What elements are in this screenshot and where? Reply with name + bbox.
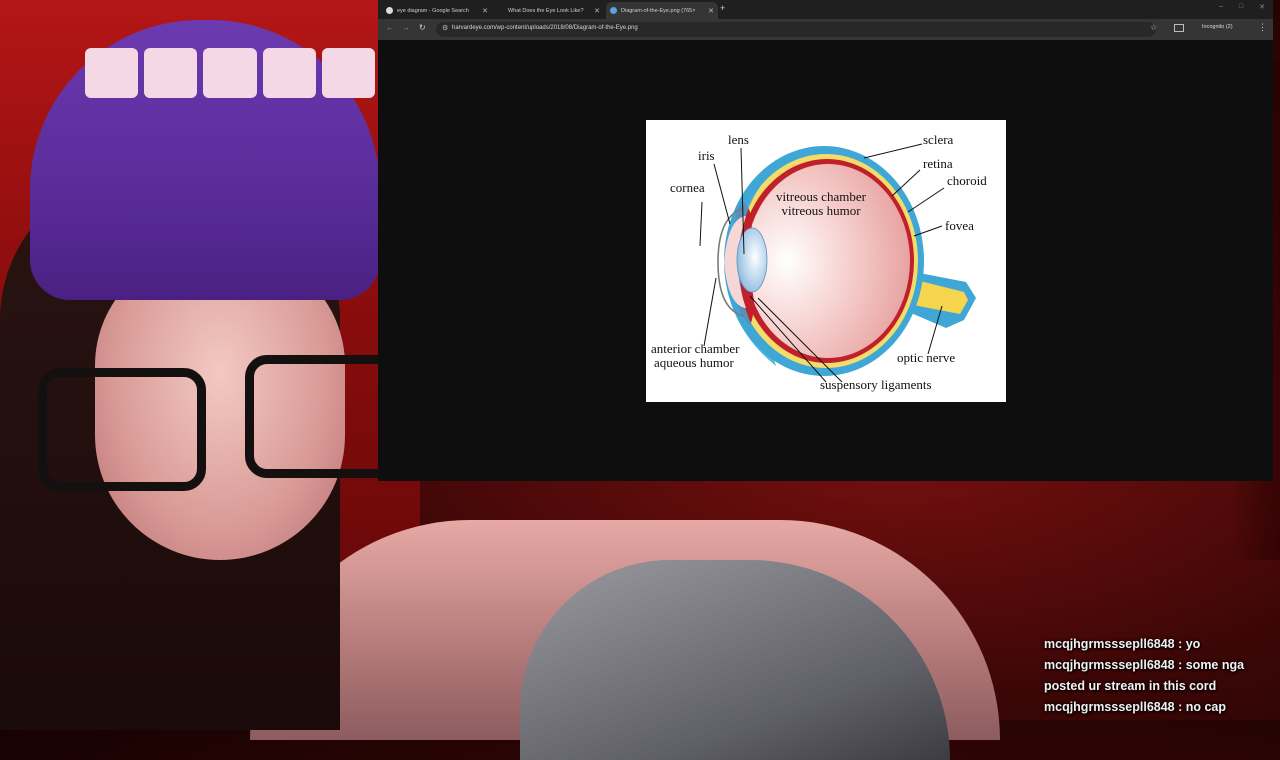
back-button[interactable]: ← [386,23,394,32]
url-text[interactable]: harvardeye.com/wp-content/uploads/2018/0… [452,25,638,31]
minimize-button[interactable]: – [1219,3,1223,11]
bookmark-star-icon[interactable]: ☆ [1150,23,1157,32]
label-optic-nerve: optic nerve [897,350,956,365]
lens [736,227,768,293]
chat-username: mcqjhgrmsssepll6848 [1044,700,1175,714]
new-tab-button[interactable]: + [720,3,725,13]
chat-message: mcqjhgrmsssepll6848 : some nga posted ur… [1044,658,1245,693]
page-viewport: lens iris cornea sclera retina choroid v… [378,40,1273,481]
close-window-button[interactable]: ✕ [1259,3,1265,11]
forward-button[interactable]: → [402,23,410,32]
chat-message: mcqjhgrmsssepll6848 : yo [1044,637,1201,651]
label-sclera: sclera [923,132,954,147]
label-aqueous-humor: aqueous humor [654,355,734,370]
tab-google-search[interactable]: eye diagram - Google Search ✕ [382,2,492,19]
chat-username: mcqjhgrmsssepll6848 [1044,658,1175,672]
google-icon [386,7,393,14]
tab-diagram-of-the-eye[interactable]: Diagram-of-the-Eye.png (765× ✕ [606,2,718,19]
chat-text: yo [1185,637,1201,651]
side-panel-icon[interactable] [1174,24,1184,32]
address-bar[interactable]: ⚙ harvardeye.com/wp-content/uploads/2018… [436,22,1156,37]
beanie-teeth-pattern [85,48,376,98]
label-lens: lens [728,132,749,147]
label-vitreous-chamber: vitreous chamber [776,189,866,204]
browser-window: eye diagram - Google Search ✕ What Does … [378,0,1273,481]
incognito-profile-badge[interactable]: Incognito (2) [1202,24,1233,30]
tab-title: eye diagram - Google Search [397,7,469,14]
tab-title: What Does the Eye Look Like? [508,7,584,14]
chat-text: no cap [1185,700,1227,714]
stream-chat-overlay: mcqjhgrmsssepll6848 : yo mcqjhgrmsssepll… [1044,634,1280,718]
chat-message: mcqjhgrmsssepll6848 : no cap [1044,700,1227,714]
close-tab-icon[interactable]: ✕ [708,7,714,15]
browser-toolbar: ← → ↻ ⚙ harvardeye.com/wp-content/upload… [378,19,1273,40]
label-iris: iris [698,148,715,163]
label-choroid: choroid [947,173,987,188]
reload-button[interactable]: ↻ [419,23,426,32]
label-fovea: fovea [945,218,974,233]
glasses-left-lens [38,368,206,491]
label-vitreous-humor: vitreous humor [781,203,861,218]
wordpress-icon [610,7,617,14]
eye-diagram-image: lens iris cornea sclera retina choroid v… [646,120,1006,402]
label-retina: retina [923,156,953,171]
window-controls: – □ ✕ [1219,3,1265,11]
close-tab-icon[interactable]: ✕ [594,7,600,15]
maximize-button[interactable]: □ [1239,3,1243,11]
menu-kebab-icon[interactable]: ⋮ [1258,22,1267,33]
site-info-icon[interactable]: ⚙ [442,24,448,32]
tab-title: Diagram-of-the-Eye.png (765× [621,7,696,14]
label-suspensory-ligaments: suspensory ligaments [820,377,932,392]
tab-bar: eye diagram - Google Search ✕ What Does … [378,0,1273,19]
label-cornea: cornea [670,180,705,195]
chat-username: mcqjhgrmsssepll6848 [1044,637,1175,651]
tab-what-does-eye-look-like[interactable]: What Does the Eye Look Like? ✕ [504,2,604,19]
close-tab-icon[interactable]: ✕ [482,7,488,15]
label-anterior-chamber: anterior chamber [651,341,740,356]
